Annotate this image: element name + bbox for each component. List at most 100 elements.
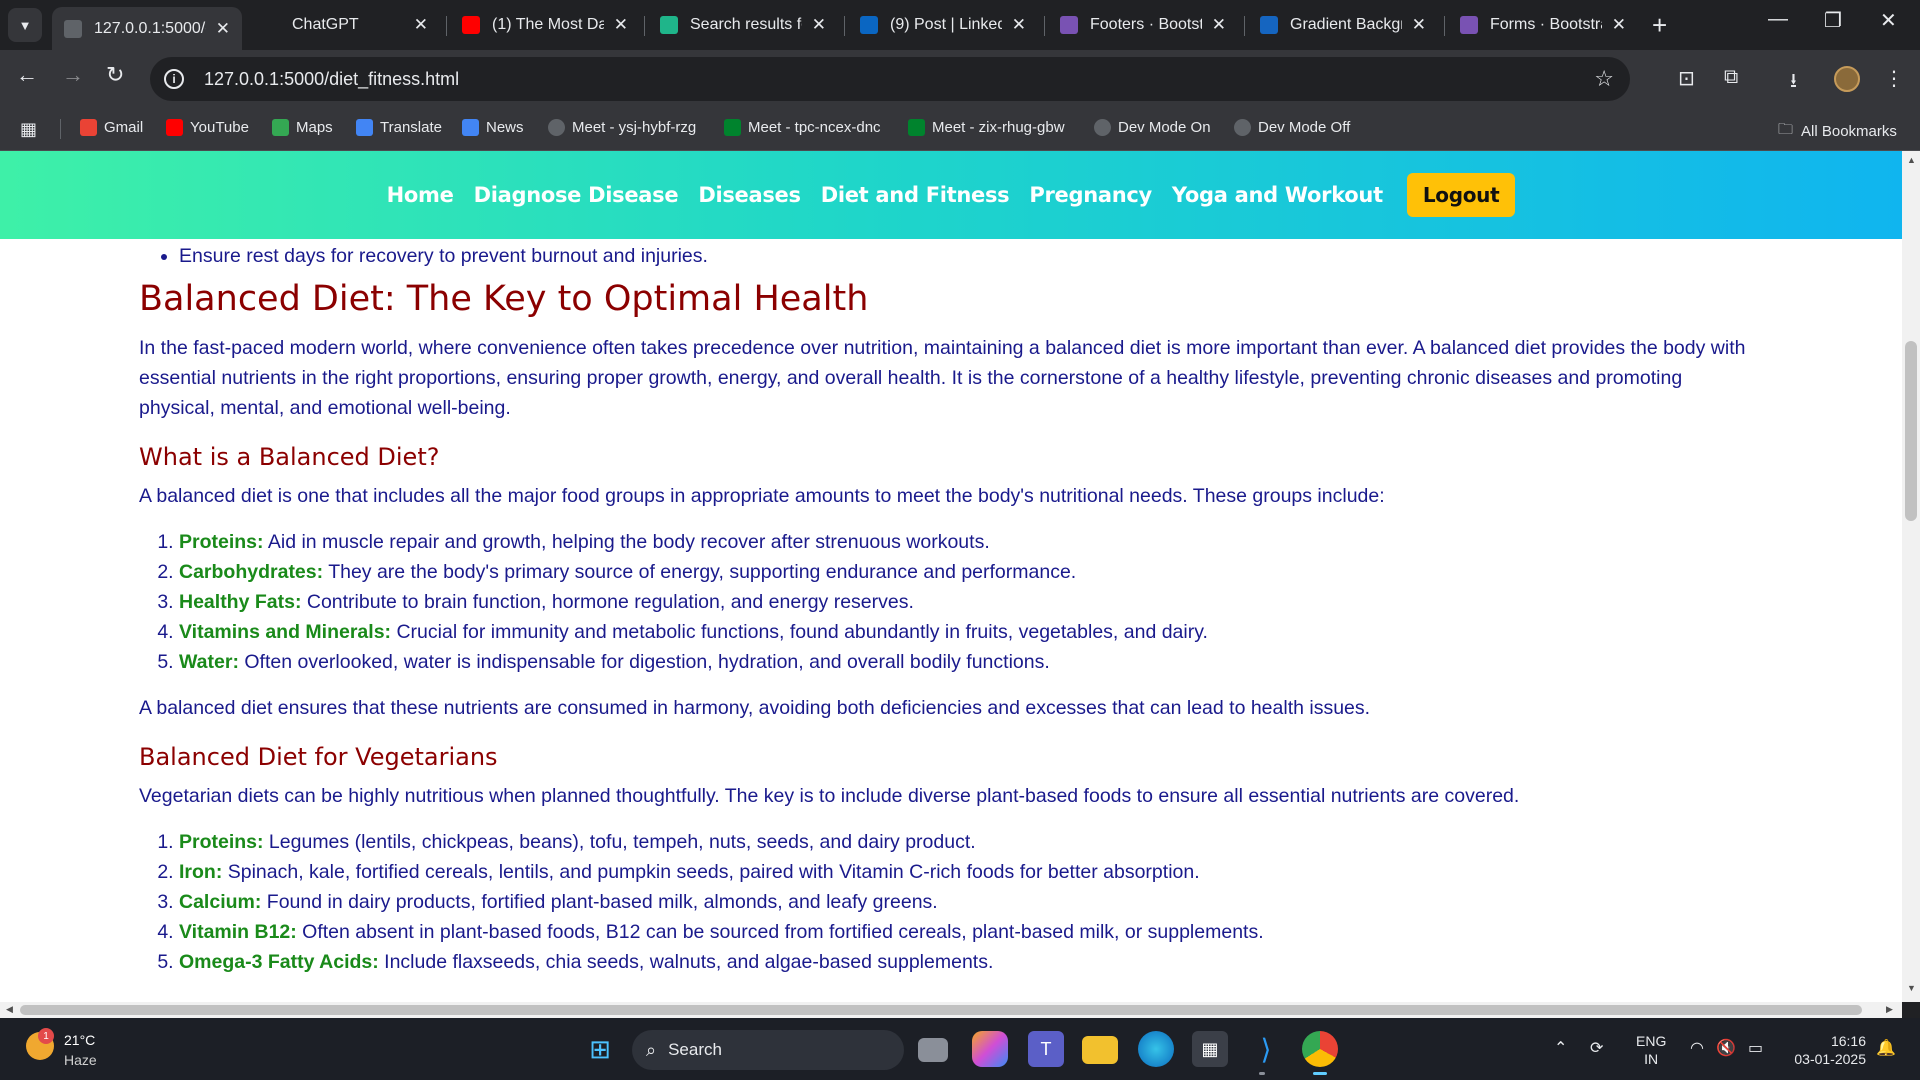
close-tab-icon[interactable]: ✕ — [1012, 15, 1026, 35]
tab[interactable]: (1) The Most Dar ✕ — [450, 7, 640, 43]
chevron-up-icon[interactable]: ⌃ — [1554, 1038, 1567, 1058]
close-tab-icon[interactable]: ✕ — [1412, 15, 1426, 35]
minimize-button[interactable]: — — [1768, 8, 1788, 31]
menu-icon[interactable]: ⋮ — [1884, 66, 1904, 91]
copilot-icon[interactable] — [972, 1031, 1008, 1067]
close-tab-icon[interactable]: ✕ — [614, 15, 628, 35]
battery-icon[interactable]: ▭ — [1748, 1038, 1763, 1058]
bookmark-label: Translate — [380, 119, 442, 136]
bookmark-item[interactable]: News — [462, 119, 524, 136]
restore-button[interactable]: ❐ — [1824, 8, 1842, 33]
back-button[interactable]: ← — [16, 62, 38, 88]
nav-pregnancy[interactable]: Pregnancy — [1029, 183, 1152, 207]
bookmark-item[interactable]: Meet - zix-rhug-gbw — [908, 119, 1065, 136]
wifi-icon[interactable]: ◠ — [1690, 1038, 1704, 1058]
clock[interactable]: 16:16 03-01-2025 — [1786, 1032, 1866, 1068]
bookmark-item[interactable]: Translate — [356, 119, 442, 136]
bookmark-item[interactable]: Meet - tpc-ncex-dnc — [724, 119, 881, 136]
scroll-up-icon[interactable]: ▲ — [1907, 155, 1916, 165]
tab[interactable]: Footers · Bootstr ✕ — [1048, 7, 1238, 43]
globe-icon — [64, 19, 82, 38]
tab-title: 127.0.0.1:5000/d — [94, 19, 206, 37]
apps-icon[interactable]: ▦ — [20, 119, 37, 140]
tab[interactable]: 127.0.0.1:5000/d ✕ — [52, 7, 242, 50]
bookmark-star-icon[interactable]: ☆ — [1594, 66, 1614, 92]
tab-separator — [1444, 16, 1445, 36]
item-desc: Legumes (lentils, chickpeas, beans), tof… — [263, 831, 976, 853]
close-tab-icon[interactable]: ✕ — [1612, 15, 1626, 35]
tab[interactable]: ChatGPT ✕ — [250, 7, 440, 43]
address-bar[interactable]: i 127.0.0.1:5000/diet_fitness.html ☆ — [150, 57, 1630, 101]
close-window-button[interactable]: ✕ — [1880, 8, 1897, 33]
forward-button[interactable]: → — [62, 62, 84, 88]
bookmark-label: Gmail — [104, 119, 144, 136]
close-tab-icon[interactable]: ✕ — [414, 15, 428, 35]
start-icon[interactable]: ⊞ — [582, 1031, 618, 1067]
bookmark-item[interactable]: Gmail — [80, 119, 143, 136]
edge-icon[interactable] — [1138, 1031, 1174, 1067]
weather-temp[interactable]: 21°C — [64, 1032, 95, 1048]
nav-yoga-and-workout[interactable]: Yoga and Workout — [1172, 183, 1383, 207]
youtube-icon — [166, 119, 183, 136]
lens-icon[interactable]: ⊡ — [1678, 66, 1695, 91]
close-tab-icon[interactable]: ✕ — [1212, 15, 1226, 35]
chrome-icon[interactable] — [1302, 1031, 1338, 1067]
weather-desc[interactable]: Haze — [64, 1052, 97, 1068]
nav-diagnose-disease[interactable]: Diagnose Disease — [474, 183, 679, 207]
active-indicator — [1313, 1072, 1327, 1075]
reload-button[interactable]: ↻ — [106, 62, 124, 88]
tab-search-button[interactable]: ▼ — [8, 8, 42, 42]
item-term: Proteins: — [179, 531, 264, 553]
all-bookmarks-label: All Bookmarks — [1801, 123, 1897, 140]
vscode-icon[interactable]: ⟩ — [1248, 1031, 1284, 1067]
bookmark-item[interactable]: Maps — [272, 119, 333, 136]
new-tab-button[interactable]: + — [1652, 10, 1667, 41]
tab[interactable]: (9) Post | LinkedI ✕ — [848, 7, 1038, 43]
sync-icon[interactable]: ⟳ — [1590, 1038, 1603, 1058]
taskbar-search[interactable]: ⌕ Search — [632, 1030, 904, 1070]
tab[interactable]: Forms · Bootstra ✕ — [1448, 7, 1638, 43]
logout-button[interactable]: Logout — [1406, 173, 1516, 217]
vertical-scrollbar[interactable]: ▲ ▼ — [1902, 151, 1920, 1002]
close-tab-icon[interactable]: ✕ — [812, 15, 826, 35]
profile-avatar[interactable] — [1834, 66, 1860, 92]
close-tab-icon[interactable]: ✕ — [216, 19, 230, 39]
list-item: Vitamins and Minerals: Crucial for immun… — [179, 617, 1749, 647]
notification-bell-icon[interactable]: 🔔 — [1876, 1038, 1896, 1058]
download-icon[interactable]: ⭳ — [1790, 66, 1797, 100]
volume-mute-icon[interactable]: 🔇 — [1716, 1038, 1736, 1058]
extensions-icon[interactable]: ⧉ — [1724, 66, 1738, 89]
task-view-icon[interactable] — [918, 1038, 948, 1062]
bookmarks-bar: ▦ Gmail YouTube Maps Translate News Meet - ys… — [0, 107, 1920, 151]
all-bookmarks[interactable]: 🗀 All Bookmarks — [1778, 119, 1897, 144]
horizontal-scrollbar[interactable]: ◀ ▶ — [0, 1002, 1902, 1018]
bookmark-label: News — [486, 119, 524, 136]
store-icon[interactable]: ▦ — [1192, 1031, 1228, 1067]
gmail-icon — [80, 119, 97, 136]
tab-title: (9) Post | LinkedI — [890, 16, 1002, 33]
scroll-thumb[interactable] — [20, 1005, 1862, 1015]
bookmark-item[interactable]: YouTube — [166, 119, 249, 136]
file-explorer-icon[interactable] — [1082, 1036, 1118, 1064]
scroll-down-icon[interactable]: ▼ — [1907, 983, 1916, 993]
scroll-thumb[interactable] — [1905, 341, 1917, 521]
bookmark-item[interactable]: Dev Mode Off — [1234, 119, 1350, 136]
nav-diet-and-fitness[interactable]: Diet and Fitness — [821, 183, 1010, 207]
date: 03-01-2025 — [1794, 1051, 1866, 1067]
url-text[interactable]: 127.0.0.1:5000/diet_fitness.html — [204, 69, 459, 90]
nav-home[interactable]: Home — [387, 183, 454, 207]
bookmark-label: Dev Mode On — [1118, 119, 1211, 136]
bookmark-item[interactable]: Dev Mode On — [1094, 119, 1211, 136]
bookmark-item[interactable]: Meet - ysj-hybf-rzg — [548, 119, 696, 136]
teams-icon[interactable]: T — [1028, 1031, 1064, 1067]
nav-diseases[interactable]: Diseases — [698, 183, 801, 207]
tab[interactable]: Search results fo ✕ — [648, 7, 838, 43]
scroll-left-icon[interactable]: ◀ — [6, 1004, 13, 1015]
tab[interactable]: Gradient Backgr ✕ — [1248, 7, 1438, 43]
divider — [60, 119, 61, 139]
site-info-icon[interactable]: i — [164, 69, 184, 89]
list-item: Proteins: Aid in muscle repair and growt… — [179, 527, 1749, 557]
food-groups-list: Proteins: Aid in muscle repair and growt… — [179, 527, 1749, 677]
scroll-right-icon[interactable]: ▶ — [1886, 1004, 1893, 1015]
language-indicator[interactable]: ENG IN — [1636, 1032, 1666, 1068]
